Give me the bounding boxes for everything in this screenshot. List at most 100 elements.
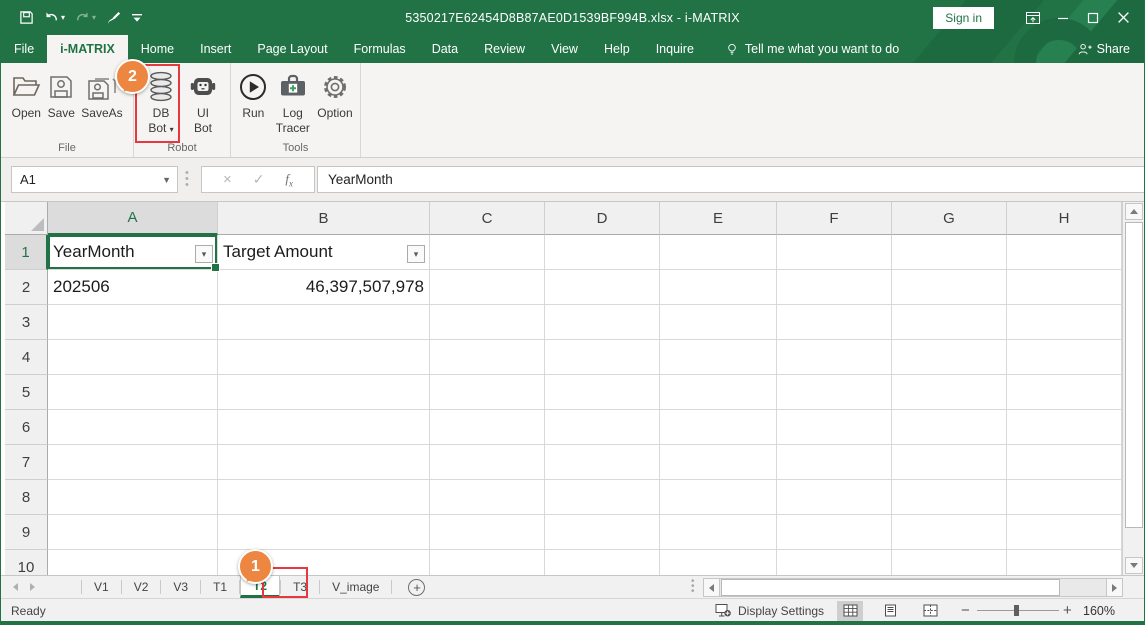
cell-B8[interactable] — [218, 480, 430, 515]
cell-C10[interactable] — [430, 550, 545, 575]
cell-E4[interactable] — [660, 340, 777, 375]
cell-B6[interactable] — [218, 410, 430, 445]
cell-C7[interactable] — [430, 445, 545, 480]
tab-bar-drag-handle[interactable]: ••• — [691, 579, 695, 594]
row-header-5[interactable]: 5 — [5, 375, 48, 410]
cell-B2[interactable]: 46,397,507,978 — [218, 270, 430, 305]
cell-A2[interactable]: 202506 — [48, 270, 218, 305]
tell-me-box[interactable]: Tell me what you want to do — [713, 35, 911, 63]
cell-H6[interactable] — [1007, 410, 1122, 445]
vertical-scrollbar[interactable] — [1122, 202, 1144, 575]
column-header-H[interactable]: H — [1007, 202, 1122, 235]
cell-H8[interactable] — [1007, 480, 1122, 515]
cell-G1[interactable] — [892, 235, 1007, 270]
sheet-tab-v2[interactable]: V2 — [122, 576, 161, 598]
ribbon-tab-view[interactable]: View — [538, 35, 591, 63]
cell-B5[interactable] — [218, 375, 430, 410]
cell-G4[interactable] — [892, 340, 1007, 375]
cell-F4[interactable] — [777, 340, 892, 375]
row-header-10[interactable]: 10 — [5, 550, 48, 575]
cell-A8[interactable] — [48, 480, 218, 515]
name-box[interactable]: A1 ▼ — [11, 166, 178, 193]
ribbon-tab-insert[interactable]: Insert — [187, 35, 244, 63]
cell-D7[interactable] — [545, 445, 660, 480]
column-header-F[interactable]: F — [777, 202, 892, 235]
cell-E5[interactable] — [660, 375, 777, 410]
cell-C5[interactable] — [430, 375, 545, 410]
row-header-1[interactable]: 1 — [5, 235, 48, 270]
row-header-7[interactable]: 7 — [5, 445, 48, 480]
cell-F6[interactable] — [777, 410, 892, 445]
column-header-G[interactable]: G — [892, 202, 1007, 235]
column-header-A[interactable]: A — [48, 202, 218, 235]
cell-H5[interactable] — [1007, 375, 1122, 410]
cell-H3[interactable] — [1007, 305, 1122, 340]
previous-sheet-icon[interactable] — [13, 583, 18, 591]
cell-G10[interactable] — [892, 550, 1007, 575]
cell-D4[interactable] — [545, 340, 660, 375]
cell-C9[interactable] — [430, 515, 545, 550]
minimize-button[interactable] — [1048, 0, 1078, 35]
row-header-9[interactable]: 9 — [5, 515, 48, 550]
ribbon-tab-file[interactable]: File — [1, 35, 47, 63]
cell-E8[interactable] — [660, 480, 777, 515]
cell-D1[interactable] — [545, 235, 660, 270]
column-header-E[interactable]: E — [660, 202, 777, 235]
cell-C8[interactable] — [430, 480, 545, 515]
cell-F10[interactable] — [777, 550, 892, 575]
sheet-tab-v3[interactable]: V3 — [161, 576, 200, 598]
cell-A6[interactable] — [48, 410, 218, 445]
insert-function-icon[interactable]: fx — [285, 171, 293, 189]
cell-C4[interactable] — [430, 340, 545, 375]
page-break-preview-button[interactable] — [917, 601, 943, 621]
cell-A1[interactable]: YearMonth▾ — [48, 235, 218, 270]
cell-D3[interactable] — [545, 305, 660, 340]
cell-C2[interactable] — [430, 270, 545, 305]
vertical-scroll-thumb[interactable] — [1125, 222, 1143, 528]
cell-D2[interactable] — [545, 270, 660, 305]
row-header-2[interactable]: 2 — [5, 270, 48, 305]
ribbon-tab-formulas[interactable]: Formulas — [341, 35, 419, 63]
row-header-4[interactable]: 4 — [5, 340, 48, 375]
horizontal-scroll-thumb[interactable] — [721, 579, 1060, 596]
cell-G9[interactable] — [892, 515, 1007, 550]
cell-E10[interactable] — [660, 550, 777, 575]
ribbon-tab-i-matrix[interactable]: i-MATRIX — [47, 35, 128, 63]
new-sheet-button[interactable]: + — [408, 579, 425, 596]
sheet-tab-v1[interactable]: V1 — [82, 576, 121, 598]
zoom-out-button[interactable]: − — [961, 599, 970, 622]
display-settings-button[interactable]: Display Settings — [715, 599, 824, 622]
row-header-6[interactable]: 6 — [5, 410, 48, 445]
cancel-entry-icon[interactable]: × — [223, 171, 232, 188]
row-header-8[interactable]: 8 — [5, 480, 48, 515]
cell-B9[interactable] — [218, 515, 430, 550]
cell-G7[interactable] — [892, 445, 1007, 480]
cell-F8[interactable] — [777, 480, 892, 515]
ui-bot-button[interactable]: UIBot — [188, 68, 218, 136]
cell-D9[interactable] — [545, 515, 660, 550]
cell-G2[interactable] — [892, 270, 1007, 305]
ribbon-display-options-button[interactable] — [1018, 0, 1048, 35]
name-box-dropdown-icon[interactable]: ▼ — [162, 175, 171, 185]
cell-F5[interactable] — [777, 375, 892, 410]
scroll-left-button[interactable] — [704, 579, 720, 596]
ribbon-tab-review[interactable]: Review — [471, 35, 538, 63]
cell-A3[interactable] — [48, 305, 218, 340]
cell-H4[interactable] — [1007, 340, 1122, 375]
cell-B3[interactable] — [218, 305, 430, 340]
zoom-slider-thumb[interactable] — [1014, 605, 1019, 616]
column-header-C[interactable]: C — [430, 202, 545, 235]
filter-dropdown-A1[interactable]: ▾ — [195, 245, 213, 263]
page-layout-view-button[interactable] — [877, 601, 903, 621]
cell-D10[interactable] — [545, 550, 660, 575]
close-button[interactable] — [1108, 0, 1138, 35]
formula-input[interactable]: YearMonth — [317, 166, 1144, 193]
sheet-tab-t3[interactable]: T3 — [281, 576, 319, 598]
sign-in-button[interactable]: Sign in — [933, 7, 994, 29]
scroll-down-button[interactable] — [1125, 557, 1143, 574]
cell-D5[interactable] — [545, 375, 660, 410]
ribbon-tab-data[interactable]: Data — [419, 35, 471, 63]
column-header-B[interactable]: B — [218, 202, 430, 235]
cell-G5[interactable] — [892, 375, 1007, 410]
select-all-corner[interactable] — [5, 202, 48, 235]
